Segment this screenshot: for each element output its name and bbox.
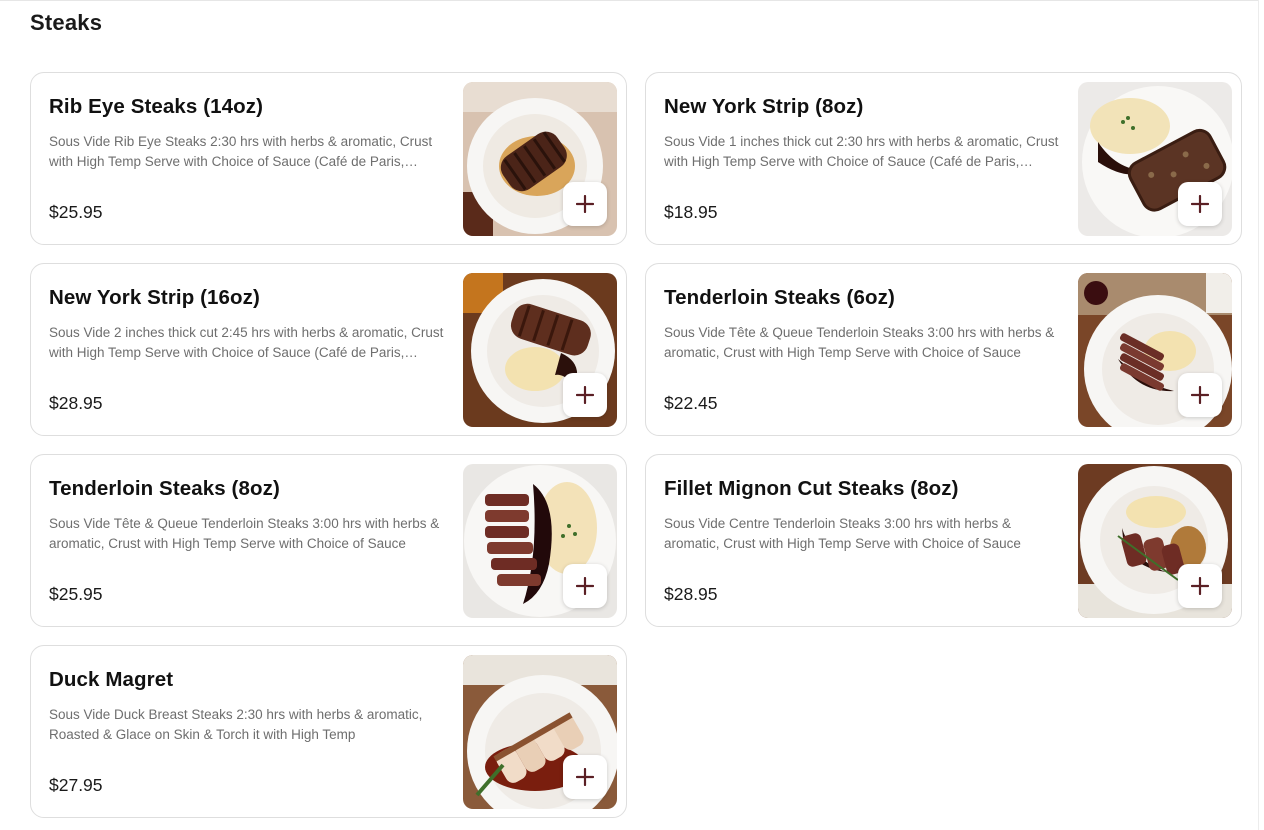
scrollbar-track bbox=[1258, 0, 1259, 830]
item-name: Tenderloin Steaks (8oz) bbox=[49, 477, 280, 500]
add-to-cart-button[interactable] bbox=[1178, 564, 1222, 608]
item-price: $18.95 bbox=[664, 202, 718, 222]
menu-item-card[interactable]: New York Strip (16oz) Sous Vide 2 inches… bbox=[30, 263, 627, 436]
item-name: Fillet Mignon Cut Steaks (8oz) bbox=[664, 477, 959, 500]
plus-icon bbox=[576, 768, 594, 786]
plus-icon bbox=[1191, 577, 1209, 595]
item-description: Sous Vide Duck Breast Steaks 2:30 hrs wi… bbox=[49, 707, 423, 742]
item-description: Sous Vide Tête & Queue Tenderloin Steaks… bbox=[49, 516, 440, 551]
menu-item-card[interactable]: Tenderloin Steaks (6oz) Sous Vide Tête &… bbox=[645, 263, 1242, 436]
item-price: $28.95 bbox=[49, 393, 103, 413]
item-price: $28.95 bbox=[664, 584, 718, 604]
menu-item-card[interactable]: Fillet Mignon Cut Steaks (8oz) Sous Vide… bbox=[645, 454, 1242, 627]
item-description: Sous Vide Rib Eye Steaks 2:30 hrs with h… bbox=[49, 134, 433, 169]
section-title: Steaks bbox=[30, 10, 103, 35]
plus-icon bbox=[576, 195, 594, 213]
plus-icon bbox=[576, 386, 594, 404]
item-name: Duck Magret bbox=[49, 668, 174, 691]
top-divider bbox=[0, 0, 1258, 1]
add-to-cart-button[interactable] bbox=[1178, 373, 1222, 417]
item-price: $25.95 bbox=[49, 202, 103, 222]
item-description: Sous Vide Centre Tenderloin Steaks 3:00 … bbox=[664, 516, 1021, 551]
item-description: Sous Vide 1 inches thick cut 2:30 hrs wi… bbox=[664, 134, 1059, 169]
item-description: Sous Vide 2 inches thick cut 2:45 hrs wi… bbox=[49, 325, 444, 360]
add-to-cart-button[interactable] bbox=[1178, 182, 1222, 226]
item-price: $27.95 bbox=[49, 775, 103, 795]
menu-item-card[interactable]: Duck Magret Sous Vide Duck Breast Steaks… bbox=[30, 645, 627, 818]
plus-icon bbox=[1191, 386, 1209, 404]
plus-icon bbox=[576, 577, 594, 595]
plus-icon bbox=[1191, 195, 1209, 213]
menu-item-card[interactable]: New York Strip (8oz) Sous Vide 1 inches … bbox=[645, 72, 1242, 245]
item-name: New York Strip (8oz) bbox=[664, 95, 864, 118]
item-price: $25.95 bbox=[49, 584, 103, 604]
item-name: Tenderloin Steaks (6oz) bbox=[664, 286, 895, 309]
add-to-cart-button[interactable] bbox=[563, 755, 607, 799]
item-price: $22.45 bbox=[664, 393, 718, 413]
menu-item-card[interactable]: Rib Eye Steaks (14oz) Sous Vide Rib Eye … bbox=[30, 72, 627, 245]
item-description: Sous Vide Tête & Queue Tenderloin Steaks… bbox=[664, 325, 1055, 360]
item-name: Rib Eye Steaks (14oz) bbox=[49, 95, 264, 118]
add-to-cart-button[interactable] bbox=[563, 182, 607, 226]
item-name: New York Strip (16oz) bbox=[49, 286, 260, 309]
add-to-cart-button[interactable] bbox=[563, 564, 607, 608]
add-to-cart-button[interactable] bbox=[563, 373, 607, 417]
menu-item-card[interactable]: Tenderloin Steaks (8oz) Sous Vide Tête &… bbox=[30, 454, 627, 627]
